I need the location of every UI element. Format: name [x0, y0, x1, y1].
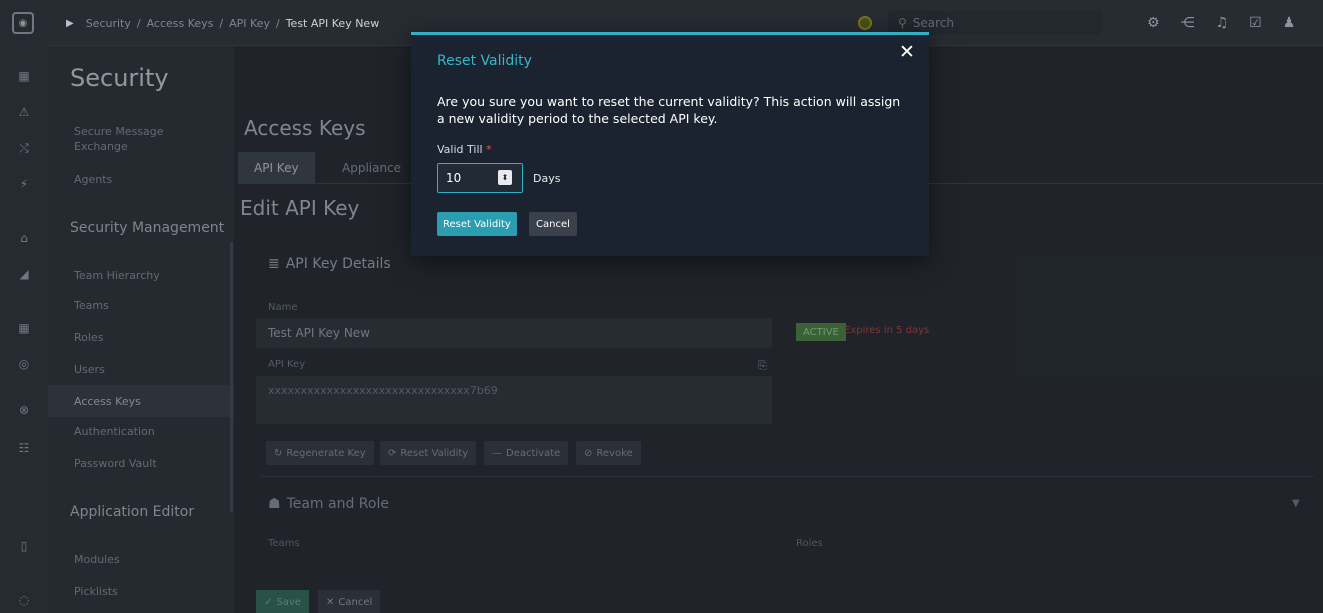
close-icon[interactable]: ✕ — [899, 41, 915, 63]
valid-till-label: Valid Till * — [437, 143, 492, 156]
dialog-message: Are you sure you want to reset the curre… — [437, 94, 901, 126]
number-spinner-icon[interactable]: ⬍ — [498, 170, 512, 185]
reset-validity-dialog: Reset Validity ✕ Are you sure you want t… — [411, 32, 929, 256]
valid-till-text: Valid Till — [437, 143, 483, 156]
dialog-cancel-button[interactable]: Cancel — [529, 212, 577, 236]
reset-validity-confirm-button[interactable]: Reset Validity — [437, 212, 517, 236]
days-unit-label: Days — [533, 172, 561, 185]
dialog-title: Reset Validity — [437, 53, 532, 69]
required-marker: * — [486, 143, 492, 156]
